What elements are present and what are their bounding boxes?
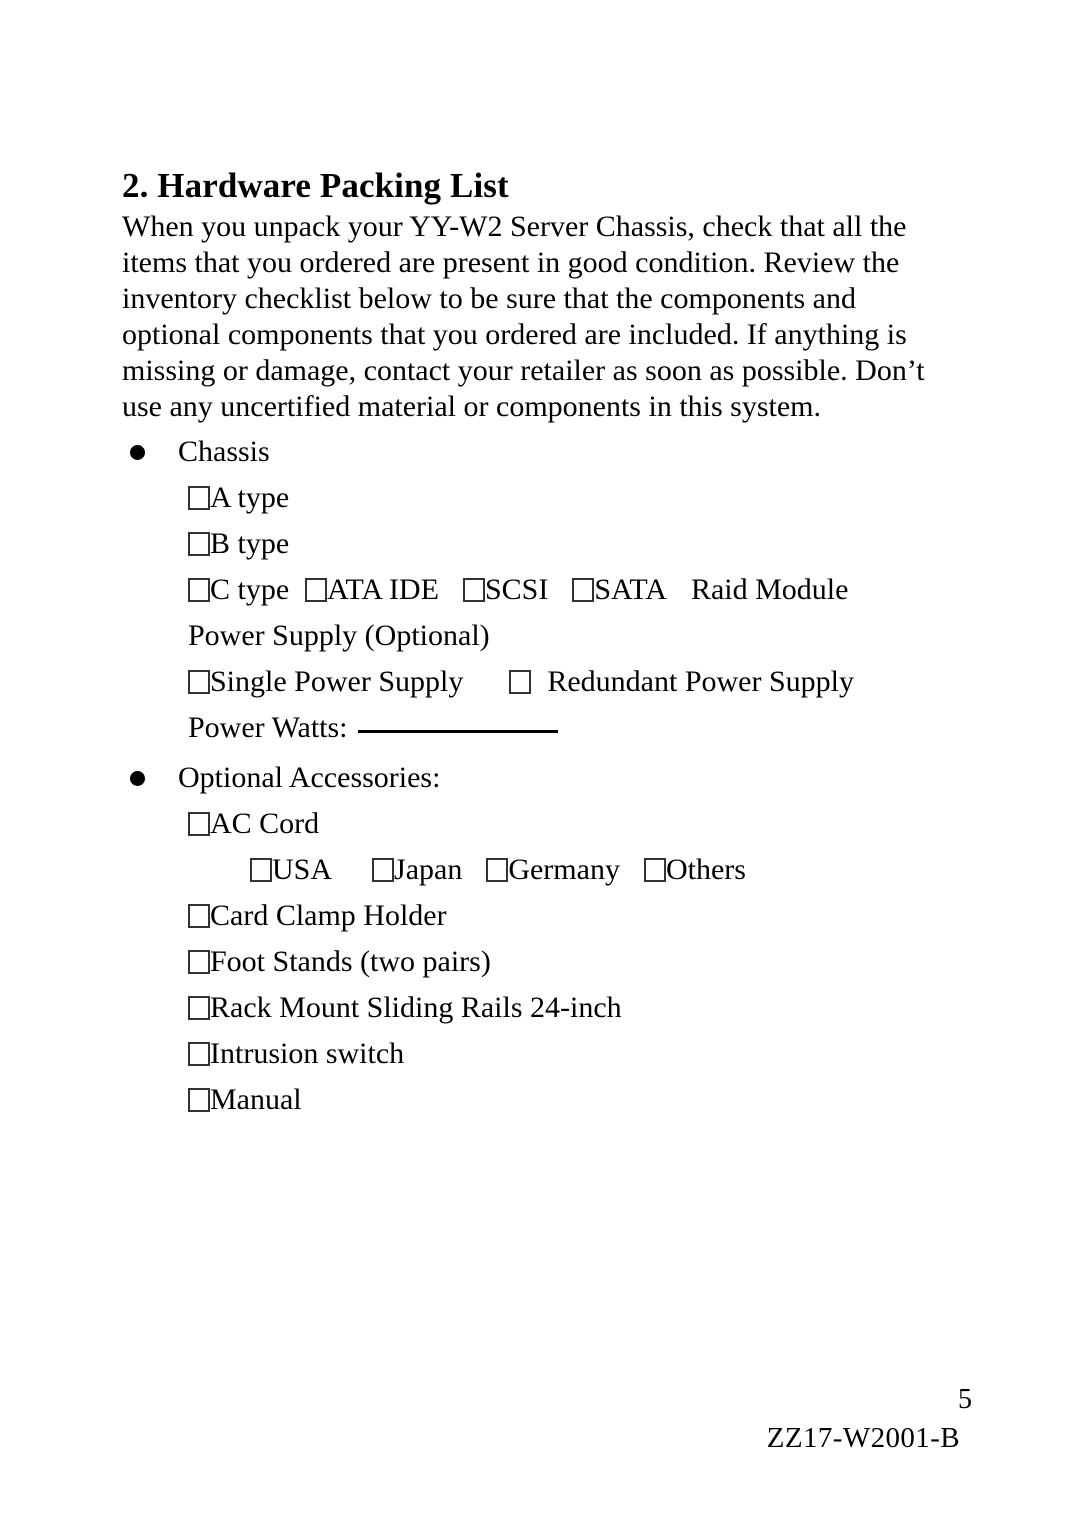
field-label-power-watts: Power Watts:	[188, 711, 348, 745]
checklist-item-b-type[interactable]: B type	[122, 521, 952, 567]
bullet-icon	[130, 445, 145, 461]
subsection-heading-power-supply: Power Supply (Optional)	[188, 619, 490, 653]
checkbox-icon-card-clamp-holder[interactable]	[188, 904, 210, 929]
checklist-label-foot-stands: Foot Stands (two pairs)	[210, 945, 491, 979]
checklist-label-scsi: SCSI	[484, 573, 549, 607]
checkbox-icon-rack-mount-rails[interactable]	[188, 996, 210, 1021]
checklist-label-ac-cord: AC Cord	[210, 807, 320, 841]
label-raid-module: Raid Module	[690, 573, 849, 607]
document-page: 2. Hardware Packing List When you unpack…	[0, 0, 1080, 1528]
section-heading-accessories: Optional Accessories:	[122, 755, 952, 801]
section-heading-accessories-label: Optional Accessories:	[178, 761, 441, 795]
checklist-item-rack-mount-rails[interactable]: Rack Mount Sliding Rails 24-inch	[122, 985, 952, 1031]
section-heading-chassis-label: Chassis	[178, 435, 270, 469]
bullet-icon	[130, 771, 145, 787]
checkbox-icon-a-type[interactable]	[188, 486, 210, 511]
checklist-label-rack-mount-rails: Rack Mount Sliding Rails 24-inch	[210, 991, 622, 1025]
intro-paragraph: When you unpack your YY-W2 Server Chassi…	[122, 210, 925, 424]
checkbox-icon-sata[interactable]	[572, 578, 595, 603]
document-code: ZZ17-W2001-B	[766, 1422, 960, 1454]
checkbox-icon-intrusion-switch[interactable]	[188, 1042, 210, 1067]
checklist-item-foot-stands[interactable]: Foot Stands (two pairs)	[122, 939, 952, 985]
checklist-label-a-type: A type	[210, 481, 290, 515]
checkbox-icon-manual[interactable]	[188, 1088, 210, 1113]
checklist-label-germany: Germany	[508, 853, 620, 887]
checklist-label-c-type: C type	[210, 573, 290, 607]
checklist-label-redundant-power-supply: Redundant Power Supply	[547, 665, 855, 699]
checkbox-icon-germany[interactable]	[486, 858, 509, 883]
checklist-label-single-power-supply: Single Power Supply	[210, 665, 464, 699]
checkbox-icon-japan[interactable]	[372, 858, 395, 883]
page-content: 2. Hardware Packing List When you unpack…	[122, 166, 952, 1123]
checkbox-icon-scsi[interactable]	[462, 578, 485, 603]
power-watts-input[interactable]	[357, 730, 558, 734]
checklist-label-manual: Manual	[210, 1083, 302, 1117]
checkbox-icon-ata-ide[interactable]	[305, 578, 328, 603]
checkbox-icon-redundant-power-supply[interactable]	[509, 670, 532, 695]
checklist-label-intrusion-switch: Intrusion switch	[210, 1037, 405, 1071]
checklist-row-interface-types[interactable]: C type ATA IDE SCSI SATA Raid Module	[122, 567, 952, 613]
checkbox-icon-single-power-supply[interactable]	[188, 670, 210, 695]
checklist-label-sata: SATA	[594, 573, 667, 607]
checkbox-icon-ac-cord[interactable]	[188, 812, 210, 837]
checklist-label-b-type: B type	[210, 527, 290, 561]
checklist-label-usa: USA	[272, 853, 333, 887]
checklist-item-ac-cord[interactable]: AC Cord	[122, 801, 952, 847]
section-heading-chassis: Chassis	[122, 429, 952, 475]
checklist-label-japan: Japan	[394, 853, 463, 887]
checklist-label-others: Others	[665, 853, 746, 887]
checkbox-icon-c-type[interactable]	[188, 578, 210, 603]
field-row-power-watts[interactable]: Power Watts:	[122, 705, 952, 751]
checkbox-icon-foot-stands[interactable]	[188, 950, 210, 975]
checklist-row-ac-cord-regions[interactable]: USA Japan Germany Others	[122, 847, 952, 893]
page-number: 5	[958, 1384, 972, 1415]
checklist-item-intrusion-switch[interactable]: Intrusion switch	[122, 1031, 952, 1077]
checklist-label-ata-ide: ATA IDE	[327, 573, 439, 607]
checkbox-icon-b-type[interactable]	[188, 532, 210, 557]
checkbox-icon-others[interactable]	[643, 858, 666, 883]
checklist-item-card-clamp-holder[interactable]: Card Clamp Holder	[122, 893, 952, 939]
checklist-item-a-type[interactable]: A type	[122, 475, 952, 521]
page-title: 2. Hardware Packing List	[122, 166, 509, 205]
checklist-item-manual[interactable]: Manual	[122, 1077, 952, 1123]
checklist-label-card-clamp-holder: Card Clamp Holder	[210, 899, 447, 933]
checklist-row-power-supply-options[interactable]: Single Power Supply Redundant Power Suppl…	[122, 659, 952, 705]
checkbox-icon-usa[interactable]	[250, 858, 272, 883]
